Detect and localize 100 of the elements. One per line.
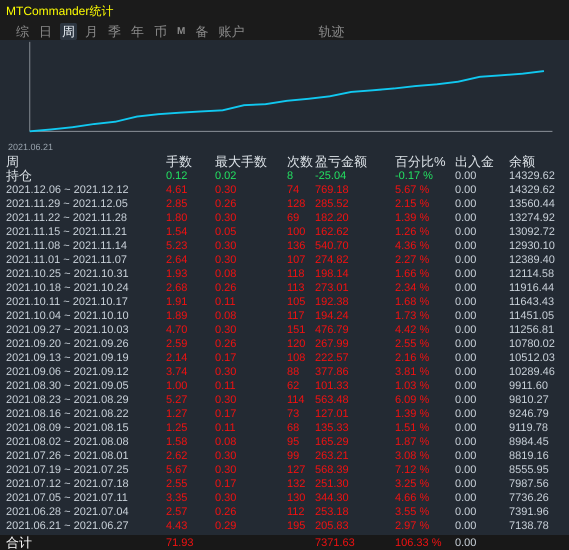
balance-cell-text: 10780.02 (509, 337, 556, 351)
lots-cell-text: 5.27 (166, 393, 188, 407)
max-lots-cell-text: 0.17 (215, 351, 238, 365)
percent-cell-text: 3.08 % (395, 449, 430, 463)
tab[interactable]: 备 (193, 22, 210, 40)
trades-cell-text: 195 (287, 519, 306, 533)
profit-cell-text: 476.79 (315, 323, 350, 337)
trades-cell-text: 68 (287, 421, 300, 435)
period-cell-text: 2021.11.15 ~ 2021.11.21 (6, 225, 128, 239)
profit-cell-text: 198.14 (315, 267, 350, 281)
lots-cell-text: 2.64 (166, 253, 188, 267)
trades-cell-text: 120 (287, 337, 306, 351)
trades-cell-text: 128 (287, 197, 306, 211)
profit-cell-text: 7371.63 (315, 536, 356, 550)
max-lots-cell-text: 0.30 (215, 253, 238, 267)
balance-cell-text: 7987.56 (509, 477, 550, 491)
tab[interactable]: 轨迹 (316, 22, 346, 40)
tab[interactable]: 年 (129, 22, 146, 40)
lots-cell-text: 1.93 (166, 267, 188, 281)
max-lots-cell-text: 0.30 (215, 449, 238, 463)
trades-cell-text: 74 (287, 183, 300, 197)
lots-cell-text: 2.14 (166, 351, 188, 365)
balance-cell-text: 8819.16 (509, 449, 550, 463)
deposit-cell-text: 0.00 (455, 253, 478, 267)
deposit-cell-text: 0.00 (455, 477, 478, 491)
window-title: MTCommander统计 (6, 2, 114, 20)
balance-cell-text: 10512.03 (509, 351, 556, 365)
trades-cell-text: 73 (287, 407, 300, 421)
percent-cell-text: -0.17 % (395, 169, 434, 183)
trades-cell-text: 151 (287, 323, 306, 337)
deposit-cell-text: 0.00 (455, 463, 478, 477)
period-cell-text: 2021.11.01 ~ 2021.11.07 (6, 253, 128, 267)
profit-cell-text: 222.57 (315, 351, 350, 365)
trades-cell-text: 113 (287, 281, 306, 295)
percent-cell-text: 3.25 % (395, 477, 430, 491)
deposit-cell-text: 0.00 (455, 449, 478, 463)
lots-cell-text: 5.23 (166, 239, 188, 253)
balance-cell-text: 11643.43 (509, 295, 556, 309)
lots-cell-text: 1.80 (166, 211, 188, 225)
balance-cell-text: 8984.45 (509, 435, 550, 449)
balance-cell-text: 11451.05 (509, 309, 556, 323)
max-lots-cell-text: 0.29 (215, 519, 238, 533)
percent-cell-text: 2.55 % (395, 337, 430, 351)
lots-cell-text: 0.12 (166, 169, 188, 183)
profit-cell-text: 162.62 (315, 225, 350, 239)
profit-cell-text: 192.38 (315, 295, 350, 309)
period-cell-text: 2021.07.26 ~ 2021.08.01 (6, 449, 130, 463)
deposit-cell-text: 0.00 (455, 295, 478, 309)
max-lots-cell-text: 0.26 (215, 337, 238, 351)
tab[interactable]: 月 (83, 22, 100, 40)
trades-cell-text: 117 (287, 309, 306, 323)
max-lots-cell-text: 0.30 (215, 211, 238, 225)
profit-cell-text: 273.01 (315, 281, 350, 295)
tab[interactable]: 币 (152, 22, 169, 40)
trades-cell-text: 127 (287, 463, 306, 477)
max-lots-cell-text: 0.30 (215, 323, 238, 337)
profit-cell-text: 253.18 (315, 505, 350, 519)
deposit-cell-text: 0.00 (455, 393, 478, 407)
period-cell-text: 2021.10.25 ~ 2021.10.31 (6, 267, 130, 281)
deposit-cell-text: 0.00 (455, 421, 478, 435)
balance-cell-text: 9119.78 (509, 421, 549, 435)
tab[interactable]: 综 (14, 22, 31, 40)
balance-cell-text: 12389.40 (509, 253, 556, 267)
lots-cell-text: 4.43 (166, 519, 188, 533)
column-header: 手数 (166, 155, 193, 169)
max-lots-cell-text: 0.30 (215, 365, 238, 379)
deposit-cell-text: 0.00 (455, 435, 478, 449)
lots-cell-text: 1.27 (166, 407, 188, 421)
column-header: 百分比% (395, 155, 447, 169)
tab[interactable]: 周 (60, 22, 77, 40)
trades-cell-text: 88 (287, 365, 300, 379)
column-header: 最大手数 (215, 155, 268, 169)
percent-cell-text: 1.66 % (395, 267, 430, 281)
profit-cell-text: 344.30 (315, 491, 350, 505)
trades-cell-text: 69 (287, 211, 300, 225)
profit-cell-text: 540.70 (315, 239, 350, 253)
max-lots-cell-text: 0.30 (215, 239, 238, 253)
profit-cell-text: 274.82 (315, 253, 350, 267)
tab[interactable]: 账户 (216, 22, 246, 40)
profit-cell-text: 263.21 (315, 449, 350, 463)
percent-cell-text: 3.81 % (395, 365, 430, 379)
lots-cell-text: 1.00 (166, 379, 188, 393)
period-cell-text: 2021.07.05 ~ 2021.07.11 (6, 491, 129, 505)
profit-cell-text: 205.83 (315, 519, 350, 533)
trades-cell-text: 8 (287, 169, 294, 183)
lots-cell-text: 3.74 (166, 365, 188, 379)
tab[interactable]: 季 (106, 22, 123, 40)
profit-cell-text: 127.01 (315, 407, 350, 421)
profit-cell-text: 182.20 (315, 211, 350, 225)
lots-cell-text: 2.85 (166, 197, 188, 211)
deposit-cell-text: 0.00 (455, 309, 478, 323)
tab[interactable]: M (175, 22, 188, 40)
lots-cell-text: 1.58 (166, 435, 188, 449)
percent-cell-text: 4.42 % (395, 323, 430, 337)
balance-cell-text: 7391.96 (509, 505, 550, 519)
max-lots-cell-text: 0.17 (215, 477, 238, 491)
max-lots-cell-text: 0.11 (215, 379, 237, 393)
profit-cell-text: 377.86 (315, 365, 350, 379)
tab[interactable]: 日 (37, 22, 54, 40)
max-lots-cell-text: 0.02 (215, 169, 238, 183)
